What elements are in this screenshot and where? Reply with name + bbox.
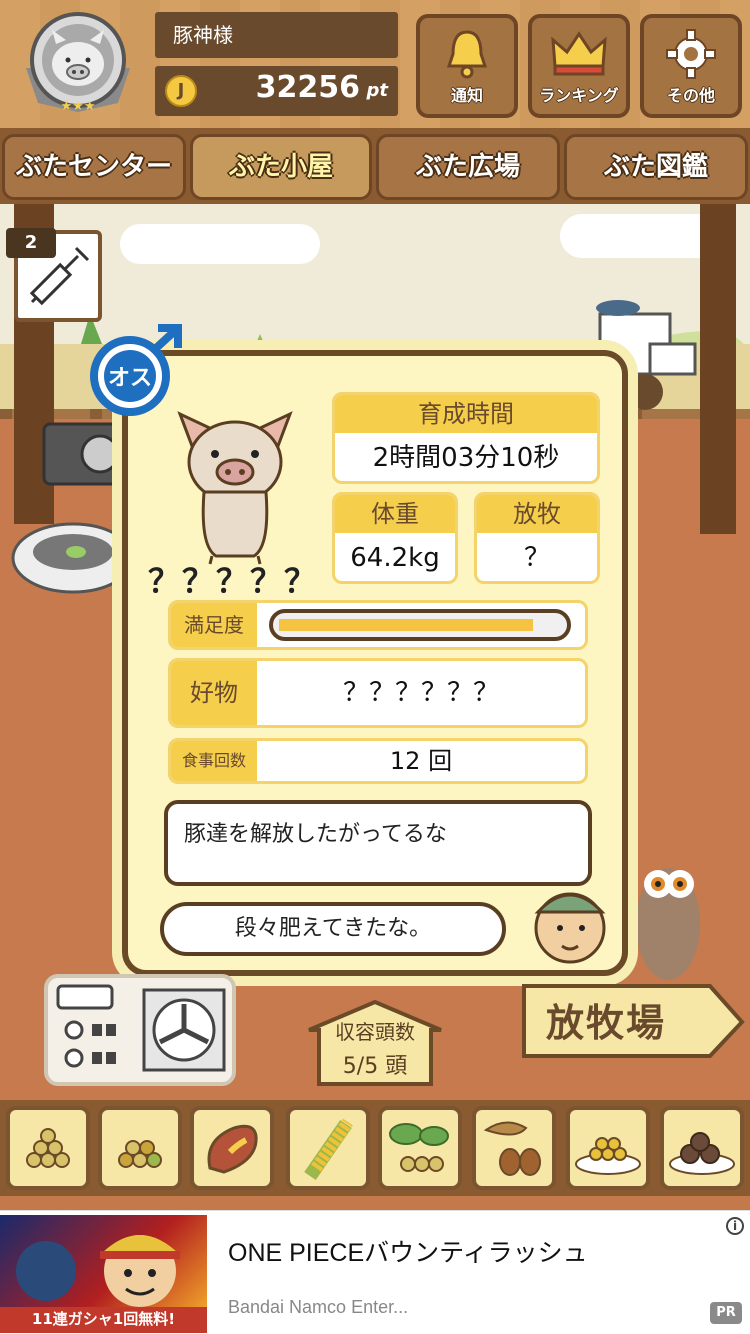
notification-button[interactable]: 通知 <box>416 14 518 118</box>
satisfaction-row: 満足度 <box>168 600 588 650</box>
syringe-count: 2 <box>6 228 56 258</box>
speech-reply-text: 段々肥えてきたな。 <box>234 916 432 941</box>
capacity-sign: 収容頭数 5/5 頭 <box>305 1000 445 1088</box>
food-bar <box>0 1100 750 1196</box>
weight-value: 64.2kg <box>350 543 440 573</box>
ranking-button[interactable]: ランキング <box>528 14 630 118</box>
ad-title: ONE PIECEバウンティラッシュ <box>228 1239 588 1267</box>
food-bowl-icon <box>11 522 135 594</box>
crown-icon <box>551 31 607 76</box>
fan-control-icon <box>56 984 226 1072</box>
satisfaction-bar-fill <box>279 619 533 631</box>
ad-image[interactable]: 11連ガシャ1回無料! <box>0 1215 207 1333</box>
food-item-sweet-potato[interactable] <box>190 1106 274 1190</box>
tab-pig-center[interactable]: ぶたセンター <box>2 134 186 200</box>
pig-info-card: ？？？？？ 育成時間 2時間03分10秒 体重 64.2kg 放牧 ？ 満足度 … <box>122 350 628 976</box>
tab-bar: ぶたセンター ぶた小屋 ぶた広場 ぶた図鑑 <box>0 132 750 204</box>
ad-image-text: 11連ガシャ1回無料! <box>31 1310 176 1328</box>
male-gender-icon: オス <box>90 324 182 416</box>
fence-post <box>700 204 736 534</box>
notification-label: 通知 <box>450 86 483 105</box>
ad-info-icon[interactable]: i <box>726 1217 744 1235</box>
pasture-sign-label: 放牧場 <box>546 1001 667 1045</box>
food-item-acorn[interactable] <box>472 1106 556 1190</box>
pasture-sign-button[interactable]: 放牧場 <box>520 982 746 1060</box>
settings-label: その他 <box>666 86 715 105</box>
ad-advertiser: Bandai Namco Enter... <box>228 1297 409 1317</box>
points-display: J 32256 pt <box>155 66 398 116</box>
cloud <box>120 224 320 264</box>
food-item-soybean-plant[interactable] <box>378 1106 462 1190</box>
svg-text:★★★: ★★★ <box>61 99 96 114</box>
food-item-beans-pile[interactable] <box>6 1106 90 1190</box>
ad-banner[interactable]: 11連ガシャ1回無料! ONE PIECEバウンティラッシュ Bandai Na… <box>0 1210 750 1334</box>
ad-pr-badge: PR <box>710 1302 742 1324</box>
meals-label: 食事回数 <box>171 741 257 781</box>
favorite-label: 好物 <box>171 661 257 725</box>
points-unit: pt <box>366 80 389 101</box>
meals-row: 食事回数 12 回 <box>168 738 588 784</box>
corn-icon <box>304 1118 353 1180</box>
acorn-icon <box>483 1121 541 1176</box>
beans-pile-icon <box>26 1128 70 1168</box>
favorite-value: ？？？？？？ <box>342 678 499 708</box>
gender-label: オス <box>108 366 152 391</box>
control-panel[interactable] <box>44 974 236 1086</box>
food-item-corn[interactable] <box>286 1106 370 1190</box>
growth-time-box: 育成時間 2時間03分10秒 <box>332 392 600 484</box>
weight-label: 体重 <box>335 495 455 533</box>
tab-pig-plaza[interactable]: ぶた広場 <box>376 134 560 200</box>
points-value: 32256 <box>255 70 360 105</box>
favorite-row: 好物 ？？？？？？ <box>168 658 588 728</box>
owl-icon <box>636 868 700 980</box>
pig-crest-icon: ★★★ <box>26 12 130 114</box>
speech-bubble-reply: 段々肥えてきたな。 <box>160 902 506 956</box>
satisfaction-label: 満足度 <box>171 603 257 647</box>
bell-icon <box>446 30 488 79</box>
grazing-label: 放牧 <box>477 495 597 533</box>
capacity-title: 収容頭数 <box>335 1020 415 1044</box>
username: 豚神様 <box>155 12 398 58</box>
tab-pig-encyclopedia[interactable]: ぶた図鑑 <box>564 134 748 200</box>
top-bar: ★★★ 豚神様 J 32256 pt 通知 ランキング その他 <box>0 0 750 132</box>
sweet-potato-icon <box>207 1124 258 1174</box>
bean-plate-icon <box>575 1137 641 1175</box>
capacity-value: 5/5 頭 <box>342 1054 408 1079</box>
weight-box: 体重 64.2kg <box>332 492 458 584</box>
coin-icon: J <box>165 75 197 107</box>
grazing-box: 放牧 ？ <box>474 492 600 584</box>
grazing-value: ？ <box>523 543 550 573</box>
mixed-beans-icon <box>118 1140 162 1168</box>
meals-value: 12 回 <box>389 747 453 775</box>
settings-button[interactable]: その他 <box>640 14 742 118</box>
ranking-label: ランキング <box>539 86 619 105</box>
pig-icon <box>177 411 293 565</box>
satisfaction-bar <box>269 609 571 641</box>
food-item-meatball-plate[interactable] <box>660 1106 744 1190</box>
growth-time-label: 育成時間 <box>335 395 597 433</box>
tab-pig-hut[interactable]: ぶた小屋 <box>190 134 372 200</box>
farmer-face-icon <box>534 892 606 964</box>
speech-message-text: 豚達を解放したがってるな <box>184 822 447 847</box>
growth-time-value: 2時間03分10秒 <box>372 443 560 473</box>
food-item-bean-plate[interactable] <box>566 1106 650 1190</box>
pig-name: ？？？？？ <box>148 562 319 600</box>
soybean-plant-icon <box>389 1123 449 1172</box>
avatar[interactable]: ★★★ <box>18 8 138 120</box>
meatball-plate-icon <box>669 1132 735 1175</box>
food-item-mixed-beans[interactable] <box>98 1106 182 1190</box>
gear-icon <box>666 29 716 79</box>
